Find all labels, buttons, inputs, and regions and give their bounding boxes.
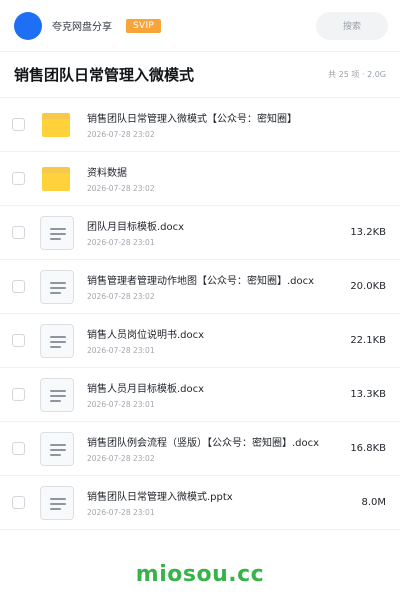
file-name: 销售人员岗位说明书.docx	[87, 330, 205, 341]
file-date: 2026-07-28 23:01	[87, 400, 155, 409]
list-item[interactable]: 销售人员月目标模板.docx 2026-07-28 23:01 13.3KB	[0, 368, 400, 422]
list-item[interactable]: 销售团队日常管理入微模式.pptx 2026-07-28 23:01 8.0M	[0, 476, 400, 530]
document-icon	[40, 269, 74, 304]
select-checkbox[interactable]	[12, 172, 25, 185]
list-item[interactable]: 资料数据 2026-07-28 23:02	[0, 152, 400, 206]
avatar[interactable]	[14, 11, 42, 40]
file-name: 销售管理者管理动作地图【公众号：密知圈】.docx	[87, 276, 315, 287]
file-name: 销售团队例会流程（竖版）【公众号：密知圈】.docx	[87, 438, 320, 449]
file-size: 22.1KB	[350, 335, 386, 346]
folder-icon	[40, 162, 74, 196]
share-username: 夸克网盘分享	[52, 22, 112, 33]
list-item[interactable]: 销售团队日常管理入微模式【公众号：密知圈】 2026-07-28 23:02	[0, 98, 400, 152]
file-date: 2026-07-28 23:01	[87, 238, 155, 247]
document-icon	[40, 485, 74, 520]
folder-icon	[40, 108, 74, 142]
select-checkbox[interactable]	[12, 496, 25, 509]
file-date: 2026-07-28 23:02	[87, 184, 155, 193]
document-icon	[40, 431, 74, 466]
select-checkbox[interactable]	[12, 280, 25, 293]
list-item[interactable]: 团队月目标模板.docx 2026-07-28 23:01 13.2KB	[0, 206, 400, 260]
document-icon	[40, 215, 74, 250]
file-name: 销售团队日常管理入微模式.pptx	[87, 492, 233, 503]
file-date: 2026-07-28 23:02	[87, 292, 155, 301]
file-date: 2026-07-28 23:02	[87, 130, 155, 139]
search-button[interactable]: 搜索	[316, 11, 388, 40]
file-list: 销售团队日常管理入微模式【公众号：密知圈】 2026-07-28 23:02 资料…	[0, 98, 400, 530]
select-checkbox[interactable]	[12, 388, 25, 401]
item-count-meta: 共 25 项 · 2.0G	[328, 70, 386, 79]
list-item[interactable]: 销售人员岗位说明书.docx 2026-07-28 23:01 22.1KB	[0, 314, 400, 368]
page-title: 销售团队日常管理入微模式	[14, 66, 195, 84]
file-name: 团队月目标模板.docx	[87, 222, 185, 233]
file-size: 13.3KB	[350, 389, 386, 400]
document-icon	[40, 323, 74, 358]
folder-header: 销售团队日常管理入微模式 共 25 项 · 2.0G	[0, 52, 400, 98]
top-bar: 夸克网盘分享 SVIP 搜索	[0, 0, 400, 52]
file-name: 销售团队日常管理入微模式【公众号：密知圈】	[87, 114, 297, 125]
watermark: miosou.cc	[135, 562, 265, 587]
select-checkbox[interactable]	[12, 442, 25, 455]
file-name: 销售人员月目标模板.docx	[87, 384, 205, 395]
file-date: 2026-07-28 23:01	[87, 508, 155, 517]
list-item[interactable]: 销售管理者管理动作地图【公众号：密知圈】.docx 2026-07-28 23:0…	[0, 260, 400, 314]
svip-badge: SVIP	[126, 18, 162, 33]
list-item[interactable]: 销售团队例会流程（竖版）【公众号：密知圈】.docx 2026-07-28 23:…	[0, 422, 400, 476]
file-size: 20.0KB	[350, 281, 386, 292]
select-checkbox[interactable]	[12, 118, 25, 131]
document-icon	[40, 377, 74, 412]
select-checkbox[interactable]	[12, 226, 25, 239]
select-checkbox[interactable]	[12, 334, 25, 347]
file-date: 2026-07-28 23:01	[87, 346, 155, 355]
file-date: 2026-07-28 23:02	[87, 454, 155, 463]
file-size: 8.0M	[361, 497, 386, 508]
file-size: 16.8KB	[350, 443, 386, 454]
file-name: 资料数据	[87, 168, 127, 179]
search-label: 搜索	[342, 22, 361, 32]
file-size: 13.2KB	[350, 227, 386, 238]
